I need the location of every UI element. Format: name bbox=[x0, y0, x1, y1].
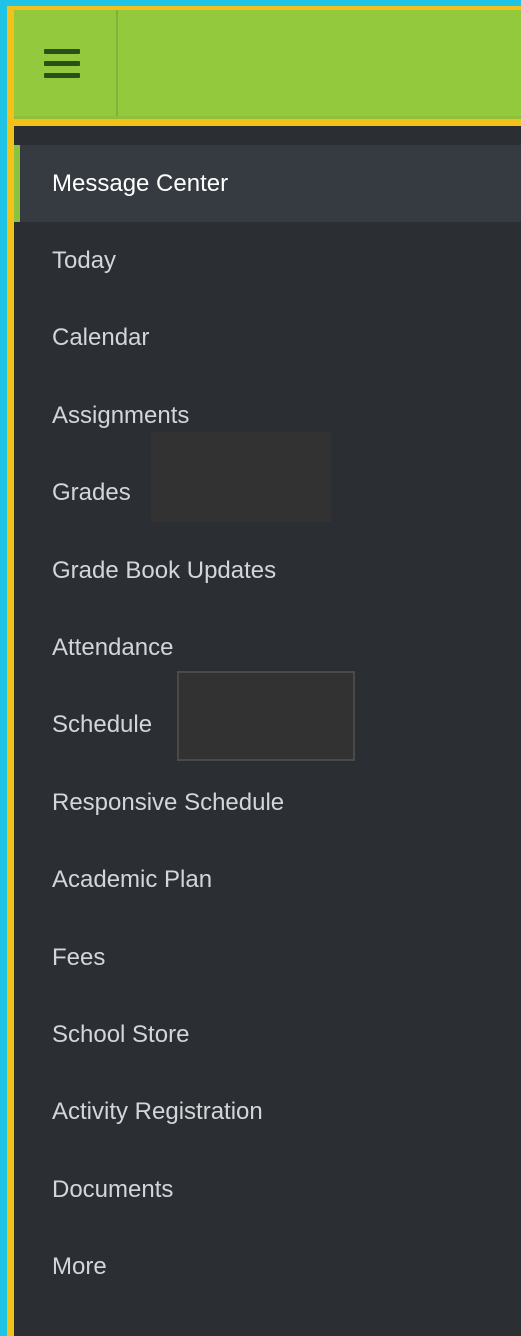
nav-item-label: Today bbox=[52, 247, 117, 275]
hamburger-icon bbox=[44, 48, 80, 78]
nav-item-label: Schedule bbox=[52, 711, 153, 739]
nav-item-today[interactable]: Today bbox=[14, 222, 521, 299]
nav-item-label: Assignments bbox=[52, 401, 190, 429]
screen-frame: Message Center Today Calendar Assignment… bbox=[0, 0, 521, 1336]
nav-item-more[interactable]: More bbox=[14, 1228, 521, 1305]
nav-item-label: Attendance bbox=[52, 634, 174, 662]
nav-item-calendar[interactable]: Calendar bbox=[14, 300, 521, 377]
nav-item-label: Grade Book Updates bbox=[52, 556, 277, 584]
nav-item-academic-plan[interactable]: Academic Plan bbox=[14, 842, 521, 919]
nav-item-label: Calendar bbox=[52, 324, 150, 352]
nav-item-grade-book-updates[interactable]: Grade Book Updates bbox=[14, 532, 521, 609]
nav-item-label: Academic Plan bbox=[52, 866, 213, 894]
nav-item-label: Fees bbox=[52, 943, 106, 971]
app-window: Message Center Today Calendar Assignment… bbox=[7, 6, 521, 1336]
hamburger-line bbox=[44, 72, 80, 78]
nav-item-label: Responsive Schedule bbox=[52, 788, 285, 816]
nav-item-responsive-schedule[interactable]: Responsive Schedule bbox=[14, 764, 521, 841]
nav-item-fees[interactable]: Fees bbox=[14, 919, 521, 996]
nav-item-label: School Store bbox=[52, 1020, 190, 1048]
nav-item-label: Grades bbox=[52, 479, 131, 507]
nav-item-activity-registration[interactable]: Activity Registration bbox=[14, 1074, 521, 1151]
redaction-box bbox=[151, 432, 331, 522]
hamburger-line bbox=[44, 60, 80, 66]
menu-button[interactable] bbox=[14, 10, 118, 116]
hamburger-line bbox=[44, 48, 80, 54]
top-bar bbox=[14, 10, 521, 119]
nav-item-documents[interactable]: Documents bbox=[14, 1151, 521, 1228]
nav-item-label: Documents bbox=[52, 1175, 174, 1203]
nav-item-label: More bbox=[52, 1253, 107, 1281]
nav-item-label: Message Center bbox=[52, 169, 229, 197]
nav-item-label: Activity Registration bbox=[52, 1098, 263, 1126]
nav-item-school-store[interactable]: School Store bbox=[14, 996, 521, 1073]
redaction-box bbox=[177, 671, 355, 761]
nav-item-message-center[interactable]: Message Center bbox=[14, 145, 521, 223]
